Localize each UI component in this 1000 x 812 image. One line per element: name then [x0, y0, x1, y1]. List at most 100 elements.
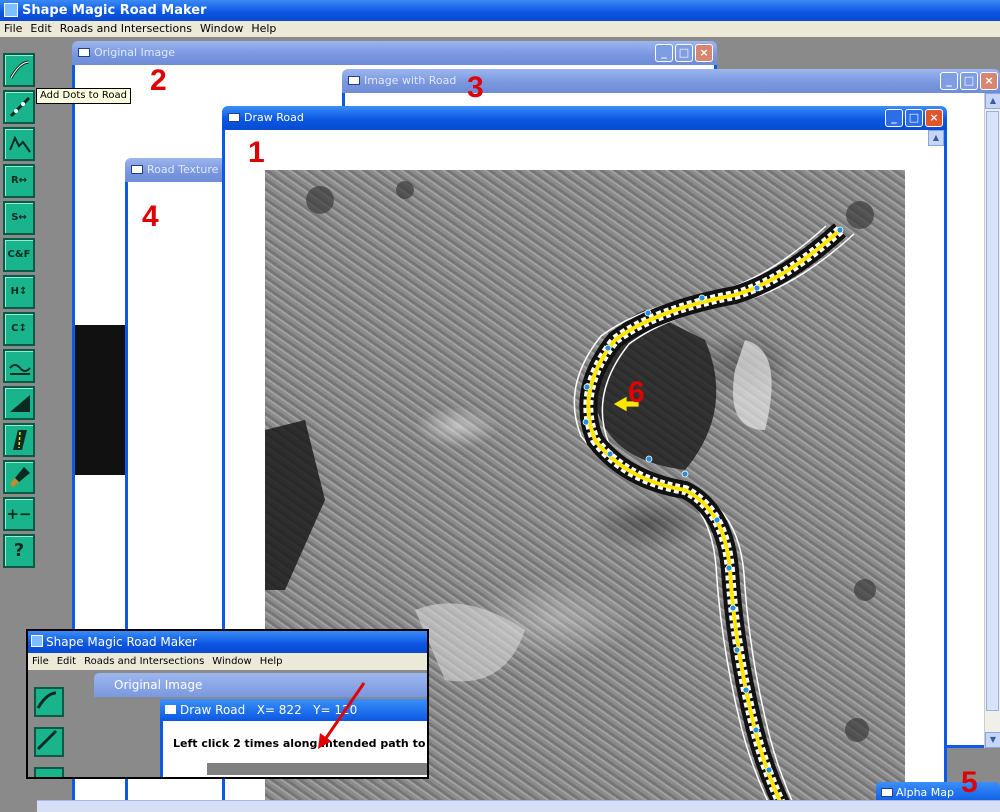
menu-window[interactable]: Window: [196, 21, 247, 37]
draw-road-title: Draw Road: [244, 111, 304, 124]
inset-progress-bar: [207, 763, 427, 775]
mdi-hscroll[interactable]: [0, 800, 1000, 812]
zoom-label: +−: [6, 505, 32, 523]
window-icon: [881, 788, 893, 797]
height-tool[interactable]: H↕: [3, 275, 35, 309]
menu-roads[interactable]: Roads and Intersections: [56, 21, 196, 37]
scroll-up-arrow[interactable]: ▲: [928, 130, 944, 146]
window-icon: [228, 113, 240, 122]
inset-title-bar: Shape Magic Road Maker: [28, 631, 427, 653]
smooth-tool[interactable]: [3, 349, 35, 383]
inset-profile-tool[interactable]: [34, 767, 64, 777]
smooth-icon: [9, 364, 31, 375]
road-texture-title: Road Texture: [147, 163, 219, 176]
callout-2: 2: [150, 64, 167, 97]
callout-4: 4: [142, 200, 159, 233]
inset-screenshot: Shape Magic Road Maker File Edit Roads and…: [26, 629, 429, 779]
callout-5: 5: [961, 766, 978, 799]
help-icon: ?: [13, 540, 25, 561]
add-dots-tool[interactable]: [3, 90, 35, 124]
shoulder-label: S↔: [11, 212, 27, 223]
draw-road-scrollbar[interactable]: ▲: [928, 130, 944, 160]
highlight-region: [415, 603, 525, 682]
paint-tool[interactable]: [3, 460, 35, 494]
texture-tool[interactable]: [3, 423, 35, 457]
inset-original-image-title: Original Image: [94, 673, 427, 697]
inset-menu-file[interactable]: File: [28, 653, 53, 670]
inset-draw-road-tool[interactable]: [34, 687, 64, 717]
shoulder-tool[interactable]: S↔: [3, 201, 35, 235]
inset-draw-road-window: Draw Road X= 822 Y= 120 Left click 2 tim…: [160, 699, 427, 777]
draw-road-title-bar[interactable]: Draw Road _ □ ×: [222, 106, 947, 130]
image-with-road-scrollbar[interactable]: ▲ ▼: [984, 93, 1000, 748]
inset-app-title: Shape Magic Road Maker: [46, 635, 197, 649]
maximize-button[interactable]: □: [675, 44, 693, 62]
highlight-region: [733, 340, 772, 430]
original-image-title: Original Image: [94, 46, 175, 59]
app-title: Shape Magic Road Maker: [22, 3, 207, 18]
road-width-tool[interactable]: R↔: [3, 164, 35, 198]
inset-original-image-label: Original Image: [114, 678, 203, 692]
maximize-button[interactable]: □: [905, 109, 923, 127]
minimize-button[interactable]: _: [655, 44, 673, 62]
paintbrush-icon: [10, 467, 30, 487]
close-button[interactable]: ×: [980, 72, 998, 90]
inset-menu-window[interactable]: Window: [208, 653, 255, 670]
road-texture-icon: [13, 430, 27, 450]
window-icon: [348, 76, 360, 85]
minimize-button[interactable]: _: [885, 109, 903, 127]
maximize-button[interactable]: □: [960, 72, 978, 90]
add-dots-icon: [9, 96, 31, 118]
menu-bar: File Edit Roads and Intersections Window Hel…: [0, 21, 1000, 37]
close-button[interactable]: ×: [695, 44, 713, 62]
scroll-up-arrow[interactable]: ▲: [985, 93, 1000, 109]
center-height-tool[interactable]: C↕: [3, 312, 35, 346]
window-icon: [78, 48, 90, 57]
height-label: H↕: [10, 286, 28, 297]
profile-tool[interactable]: [3, 127, 35, 161]
original-image-title-bar[interactable]: Original Image _ □ ×: [72, 41, 717, 65]
inset-add-dots-tool[interactable]: [34, 727, 64, 757]
zoom-tool[interactable]: +−: [3, 497, 35, 531]
callout-1: 1: [248, 136, 265, 169]
close-button[interactable]: ×: [925, 109, 943, 127]
app-title-bar: Shape Magic Road Maker: [0, 0, 1000, 21]
menu-edit[interactable]: Edit: [26, 21, 55, 37]
add-dots-icon: [36, 729, 58, 751]
road-control-dots[interactable]: [582, 226, 844, 774]
cut-fill-label: C&F: [7, 249, 31, 260]
image-with-road-title: Image with Road: [364, 74, 457, 87]
scroll-down-arrow[interactable]: ▼: [985, 732, 1000, 748]
callout-3: 3: [467, 71, 484, 104]
center-height-label: C↕: [11, 323, 27, 334]
shadow-region: [265, 420, 325, 590]
scroll-thumb[interactable]: [986, 111, 999, 711]
image-with-road-title-bar[interactable]: Image with Road _ □ ×: [342, 69, 1000, 93]
tooltip: Add Dots to Road: [36, 88, 131, 104]
menu-file[interactable]: File: [0, 21, 26, 37]
road-outer-guide: [573, 225, 827, 809]
inset-draw-road-title-bar: Draw Road X= 822 Y= 120: [160, 699, 427, 721]
help-tool[interactable]: ?: [3, 534, 35, 568]
inset-menu-edit[interactable]: Edit: [53, 653, 80, 670]
inset-draw-road-title: Draw Road X= 822 Y= 120: [180, 703, 358, 717]
road-width-label: R↔: [10, 175, 28, 186]
window-icon: [131, 165, 143, 174]
inset-menu-bar: File Edit Roads and Intersections Window Hel…: [28, 653, 427, 670]
minimize-button[interactable]: _: [940, 72, 958, 90]
alpha-map-title: Alpha Map: [896, 786, 954, 799]
cut-fill-tool[interactable]: C&F: [3, 238, 35, 272]
road-draw-icon: [9, 60, 30, 79]
slope-tool[interactable]: [3, 386, 35, 420]
inset-menu-help[interactable]: Help: [256, 653, 287, 670]
app-icon: [31, 635, 43, 647]
window-icon: [165, 705, 176, 714]
profile-icon: [9, 135, 31, 153]
inset-menu-roads[interactable]: Roads and Intersections: [80, 653, 208, 670]
slope-icon: [10, 395, 30, 412]
draw-road-tool[interactable]: [3, 53, 35, 87]
instruction-message: Left click 2 times along intended path t…: [173, 737, 427, 750]
callout-6: 6: [628, 376, 645, 409]
menu-help[interactable]: Help: [247, 21, 280, 37]
road-draw-icon: [36, 691, 57, 709]
